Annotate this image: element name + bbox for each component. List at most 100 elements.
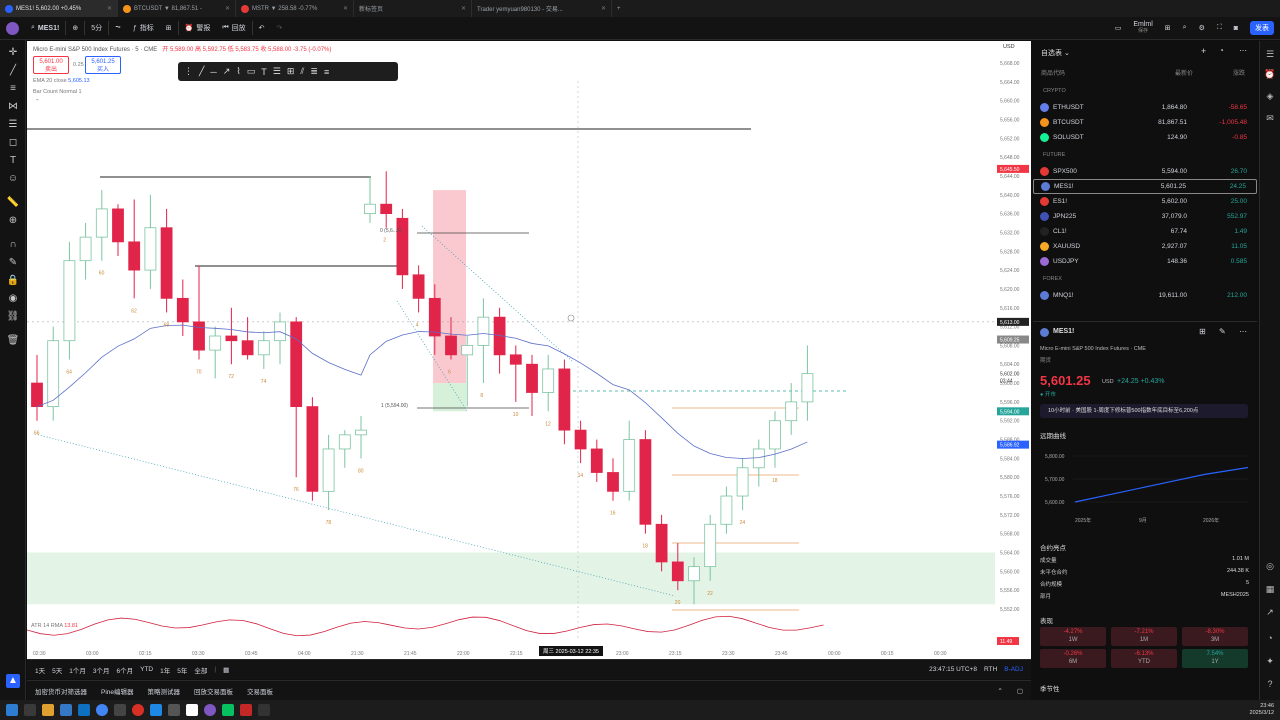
interval-button[interactable]: 5分 xyxy=(85,17,108,40)
range-1y[interactable]: 1年 xyxy=(160,665,170,675)
pencil-lock-icon[interactable]: ✎ xyxy=(6,256,20,270)
templates-icon[interactable]: ⊞ xyxy=(160,17,178,40)
chevron-up-icon[interactable]: ⌃ xyxy=(997,687,1002,695)
watchlist-row[interactable]: JPN225 37,079.0 552.97 xyxy=(1033,209,1257,224)
browser-tab[interactable]: Trader yemyuan980130 - 交易... ✕ xyxy=(472,0,612,17)
browser-tab[interactable]: 新标签页 ✕ xyxy=(354,0,472,17)
performance-cell[interactable]: -8.30% 3M xyxy=(1182,627,1248,646)
range-all[interactable]: 全部 xyxy=(194,665,207,675)
alerts-icon[interactable]: ⏰ xyxy=(1264,69,1276,81)
maximize-icon[interactable]: ▢ xyxy=(1017,687,1023,695)
watchlist-row[interactable]: MNQ1! 19,611.00 212.00 xyxy=(1033,288,1257,303)
shape-icon[interactable]: ◻ xyxy=(6,136,20,150)
arrow-tool-icon[interactable]: ↗ xyxy=(223,66,231,77)
watchlist-row[interactable]: CL1! 67.74 1.49 xyxy=(1033,224,1257,239)
eye-icon[interactable]: ◉ xyxy=(6,292,20,306)
range-ytd[interactable]: YTD xyxy=(140,666,153,673)
bulb-icon[interactable]: ✦ xyxy=(1264,656,1276,668)
chart-type-icon[interactable]: ⏦ xyxy=(109,17,127,40)
performance-cell[interactable]: -4.27% 1W xyxy=(1040,627,1106,646)
tab-strategy-tester[interactable]: 策略测试器 xyxy=(148,686,181,696)
hline-tool-icon[interactable]: ─ xyxy=(210,67,216,77)
ruler-icon[interactable]: 📏 xyxy=(6,196,20,210)
text-tool-icon[interactable]: T xyxy=(261,67,267,77)
lock-icon[interactable]: 🔒 xyxy=(6,274,20,288)
trash-icon[interactable]: 🗑 xyxy=(6,334,20,348)
watchlist-row[interactable]: BTCUSDT 81,867.51 -1,005.48 xyxy=(1033,115,1257,130)
browser-tab[interactable]: MES1! 5,602.00 +0.45% ✕ xyxy=(0,0,118,17)
range-3m[interactable]: 3个月 xyxy=(93,665,110,675)
currency-label[interactable]: USD xyxy=(1003,44,1015,50)
alert-button[interactable]: ⏰ 警报 xyxy=(179,17,217,40)
wechat-icon[interactable] xyxy=(222,704,234,716)
add-symbol-icon[interactable]: + xyxy=(1201,46,1206,56)
col-change[interactable]: 涨跌 xyxy=(1233,68,1245,77)
magnet-icon[interactable]: ∩ xyxy=(6,238,20,252)
app-icon[interactable] xyxy=(240,704,252,716)
col-last[interactable]: 最新价 xyxy=(1175,68,1193,77)
clock-readout[interactable]: 23:47:15 UTC+8 xyxy=(929,666,977,673)
watchlist-section[interactable]: FUTURE xyxy=(1043,152,1065,158)
line-tool-icon[interactable]: ╱ xyxy=(199,66,204,77)
sell-button[interactable]: 5,601.00 卖出 xyxy=(33,56,69,74)
chart-pane[interactable]: 66 64 60 62 68 70 72 74 76 78 80 2 4 6 8 10 12 14 16 18 20 22… xyxy=(27,41,1031,659)
levels-tool-icon[interactable]: ≣ xyxy=(310,66,318,77)
more-icon[interactable]: ⋯ xyxy=(1239,327,1247,336)
terminal-icon[interactable] xyxy=(168,704,180,716)
calendar-icon[interactable]: ▦ xyxy=(1264,584,1276,596)
app-icon[interactable] xyxy=(258,704,270,716)
grid-tool-icon[interactable]: ⊞ xyxy=(287,66,295,77)
tab-pine-editor[interactable]: Pine编辑器 xyxy=(101,686,134,696)
layout-icon[interactable]: ▭ xyxy=(1109,17,1128,40)
date-range-icon[interactable]: ▦ xyxy=(223,666,229,674)
tradingview-logo-icon[interactable]: ▲ xyxy=(6,674,20,688)
emoji-icon[interactable]: ☺ xyxy=(6,172,20,186)
avatar[interactable] xyxy=(6,21,19,35)
watchlist-row[interactable]: SOLUSDT 124.90 -0.85 xyxy=(1033,130,1257,145)
target-icon[interactable]: ◎ xyxy=(1264,561,1276,573)
performance-cell[interactable]: 7.54% 1Y xyxy=(1182,649,1248,668)
fib-icon[interactable]: ☰ xyxy=(6,118,20,132)
indicators-button[interactable]: ƒ 指标 xyxy=(127,17,160,40)
redo-icon[interactable]: ↷ xyxy=(271,17,289,40)
performance-cell[interactable]: -6.13% YTD xyxy=(1111,649,1177,668)
trendline-icon[interactable]: ╱ xyxy=(6,64,20,78)
edit-icon[interactable]: ✎ xyxy=(1219,327,1226,336)
range-6m[interactable]: 6个月 xyxy=(117,665,134,675)
browser-tab[interactable]: MSTR ▼ 258.58 -0.77% ✕ xyxy=(236,0,354,17)
range-1m[interactable]: 1个月 xyxy=(69,665,86,675)
close-icon[interactable]: ✕ xyxy=(225,5,230,12)
details-symbol[interactable]: MES1! xyxy=(1053,328,1074,335)
grid-icon[interactable]: ⊞ xyxy=(1159,17,1177,40)
watchlist-row[interactable]: SPX500 5,594.00 26.70 xyxy=(1033,164,1257,179)
collapse-legend-icon[interactable]: ⌃ xyxy=(35,99,40,105)
chrome-icon[interactable] xyxy=(96,704,108,716)
layers-icon[interactable]: ◈ xyxy=(1264,91,1276,103)
trend-icon[interactable]: ↗ xyxy=(1264,607,1276,619)
path-tool-icon[interactable]: ⌇ xyxy=(236,66,240,77)
col-symbol[interactable]: 商品代码 xyxy=(1041,68,1065,77)
app-icon[interactable] xyxy=(132,704,144,716)
close-icon[interactable]: ✕ xyxy=(343,5,348,12)
watchlist-section[interactable]: FOREX xyxy=(1043,276,1062,282)
watchlist-row[interactable]: USDJPY 148.36 0.585 xyxy=(1033,254,1257,269)
vscode-icon[interactable] xyxy=(78,704,90,716)
close-icon[interactable]: ✕ xyxy=(601,5,606,12)
tab-crypto-screener[interactable]: 加密货币对筛选器 xyxy=(35,686,87,696)
watchlist-row[interactable]: ES1! 5,602.00 25.00 xyxy=(1033,194,1257,209)
symbol-search[interactable]: ⌕ MES1! xyxy=(25,17,65,40)
replay-button[interactable]: ⏮ 回放 xyxy=(216,17,251,40)
ruler-tool-icon[interactable]: ≡ xyxy=(324,67,329,77)
fib-tool-icon[interactable]: ☰ xyxy=(273,66,281,77)
tradingview-app-icon[interactable] xyxy=(186,704,198,716)
close-icon[interactable]: ✕ xyxy=(461,5,466,12)
tab-trading-panel[interactable]: 交易面板 xyxy=(247,686,273,696)
text-icon[interactable]: T xyxy=(6,154,20,168)
watchlist-title[interactable]: 自选表 ⌄ xyxy=(1041,48,1070,58)
grid-icon[interactable]: ⊞ xyxy=(1199,327,1206,336)
drag-handle-icon[interactable]: ⋮ xyxy=(184,66,193,77)
range-5y[interactable]: 5年 xyxy=(177,665,187,675)
chart-icon[interactable]: ◔ xyxy=(1219,46,1224,55)
adjust-button[interactable]: B-ADJ xyxy=(1004,666,1023,673)
search-icon[interactable] xyxy=(24,704,36,716)
